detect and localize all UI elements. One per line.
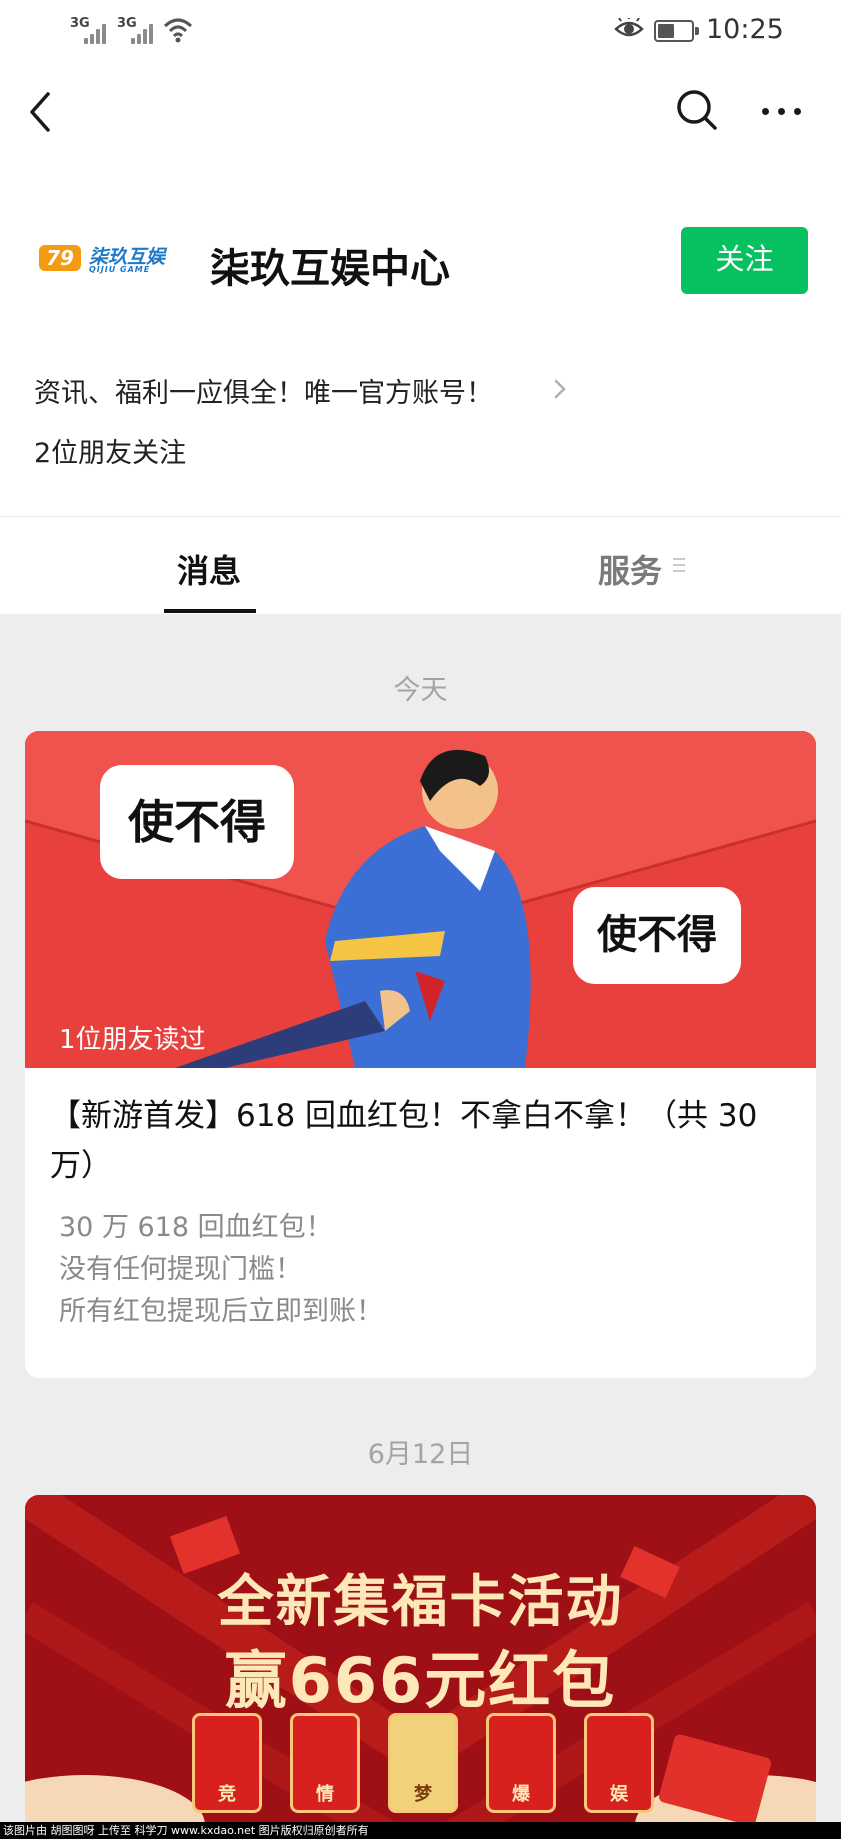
search-icon[interactable] [675,88,719,132]
friends-following: 2位朋友关注 [34,438,187,469]
article-title[interactable]: 【新游首发】618 回血红包！不拿白不拿！（共 30 万） [50,1091,800,1191]
signal-2-label: 3G [117,16,137,31]
wifi-icon [163,18,193,43]
digest-line: 30 万 618 回血红包！ [59,1212,333,1243]
fu-card-label: 竞 [218,1784,236,1805]
fu-card: 情 [290,1713,360,1813]
logo-badge: 79 [39,245,81,271]
account-name: 柒玖互娱中心 [210,246,450,292]
fu-card-label: 梦 [414,1784,432,1805]
fu-card-label: 娱 [610,1784,628,1805]
signal-1-icon: 3G [70,14,120,44]
banner-title: 全新集福卡活动 [217,1570,624,1635]
battery-fill [658,24,674,38]
account-intro[interactable]: 资讯、福利一应俱全！唯一官方账号！ [34,371,493,410]
signal-2-icon: 3G [117,14,167,44]
tabs-divider [0,516,841,517]
fu-card-label: 情 [316,1784,334,1805]
article-card[interactable]: 全新集福卡活动 赢666元红包 竞 情 梦 爆 娱 [25,1495,816,1839]
date-label: 6月12日 [367,1439,474,1470]
fu-card: 梦 [388,1713,458,1813]
message-feed[interactable]: 今天 使不得 使不得 1位朋友读过 【新游首发】618 回血红包！不拿白不拿！（… [0,614,841,1839]
clock: 10:25 [706,14,784,45]
battery-icon [654,20,699,42]
account-logo: 79 柒玖互娱 QIJIU GAME [39,242,171,276]
fu-card: 爆 [486,1713,556,1813]
follow-button[interactable]: 关注 [681,227,808,294]
watermark-strip: 该图片由 胡图图呀 上传至 科学刀 www.kxdao.net 图片版权归原创者… [0,1822,841,1839]
article-cover-image[interactable]: 全新集福卡活动 赢666元红包 竞 情 梦 爆 娱 [25,1495,816,1839]
chevron-left-icon[interactable] [24,90,54,134]
digest-line: 所有红包提现后立即到账！ [59,1296,383,1327]
menu-icon[interactable] [673,558,685,572]
fu-card: 娱 [584,1713,654,1813]
logo-subtext: QIJIU GAME [89,265,151,274]
tab-messages[interactable]: 消息 [177,546,241,592]
article-digest: 30 万 618 回血红包！ 没有任何提现门槛！ 所有红包提现后立即到账！ [59,1207,779,1333]
more-horizontal-icon[interactable] [760,108,804,118]
digest-line: 没有任何提现门槛！ [59,1254,302,1285]
banner-subtitle: 赢666元红包 [224,1644,617,1717]
signal-1-label: 3G [70,16,90,31]
speech-bubble: 使不得 [100,765,294,879]
speech-bubble: 使不得 [573,887,741,984]
fu-card-label: 爆 [512,1784,530,1805]
chevron-right-icon[interactable] [553,378,567,400]
read-by-friends: 1位朋友读过 [59,1025,206,1055]
date-label: 今天 [393,675,448,706]
fu-card: 竞 [192,1713,262,1813]
tab-services[interactable]: 服务 [598,546,662,592]
article-cover-image[interactable]: 使不得 使不得 1位朋友读过 [25,731,816,1068]
tab-active-indicator [164,609,256,613]
article-card[interactable]: 使不得 使不得 1位朋友读过 【新游首发】618 回血红包！不拿白不拿！（共 3… [25,731,816,1378]
eye-comfort-icon [614,18,644,37]
status-bar: 3G 3G 10:25 [0,0,841,62]
